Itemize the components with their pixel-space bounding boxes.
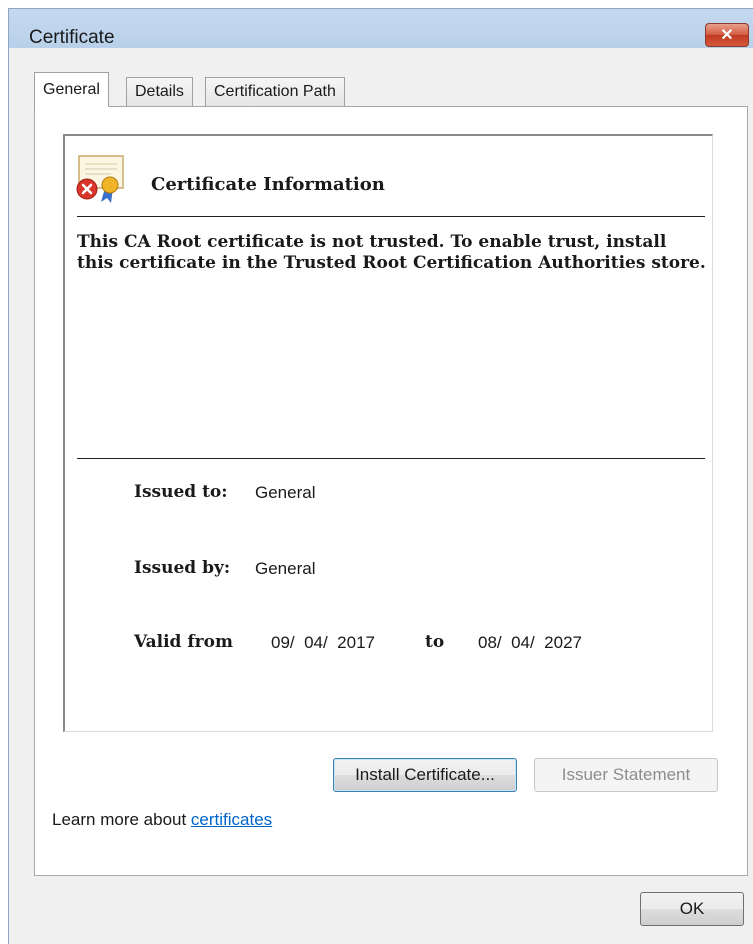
- valid-to-label: to: [425, 632, 445, 652]
- info-heading: Certificate Information: [151, 174, 385, 195]
- issued-to-label: Issued to:: [134, 482, 228, 502]
- learn-more-text: Learn more about certificates: [52, 810, 272, 830]
- tab-certification-path[interactable]: Certification Path: [205, 77, 345, 107]
- valid-from-date: 09/ 04/ 2017: [271, 633, 375, 652]
- ok-button[interactable]: OK: [640, 892, 744, 926]
- valid-to-date: 08/ 04/ 2027: [478, 633, 582, 652]
- certificates-link[interactable]: certificates: [191, 810, 272, 829]
- learn-more-prefix: Learn more about: [52, 810, 191, 829]
- valid-from-label: Valid from: [134, 632, 233, 652]
- certificate-error-icon: [76, 155, 124, 203]
- trust-warning-text: This CA Root certificate is not trusted.…: [77, 232, 706, 273]
- details-divider: [77, 458, 705, 459]
- install-certificate-button[interactable]: Install Certificate...: [333, 758, 517, 792]
- issuer-statement-button[interactable]: Issuer Statement: [534, 758, 718, 792]
- window-title: Certificate: [29, 27, 115, 48]
- header-divider: [77, 216, 705, 217]
- issued-by-value: General: [255, 559, 316, 578]
- close-icon: ✕: [720, 27, 734, 44]
- tab-general[interactable]: General: [34, 72, 109, 107]
- issued-to-value: General: [255, 483, 316, 502]
- close-button[interactable]: ✕: [705, 23, 749, 47]
- certificate-info-box: Certificate Information This CA Root cer…: [63, 134, 713, 732]
- tab-details[interactable]: Details: [126, 77, 193, 107]
- issued-by-label: Issued by:: [134, 558, 231, 578]
